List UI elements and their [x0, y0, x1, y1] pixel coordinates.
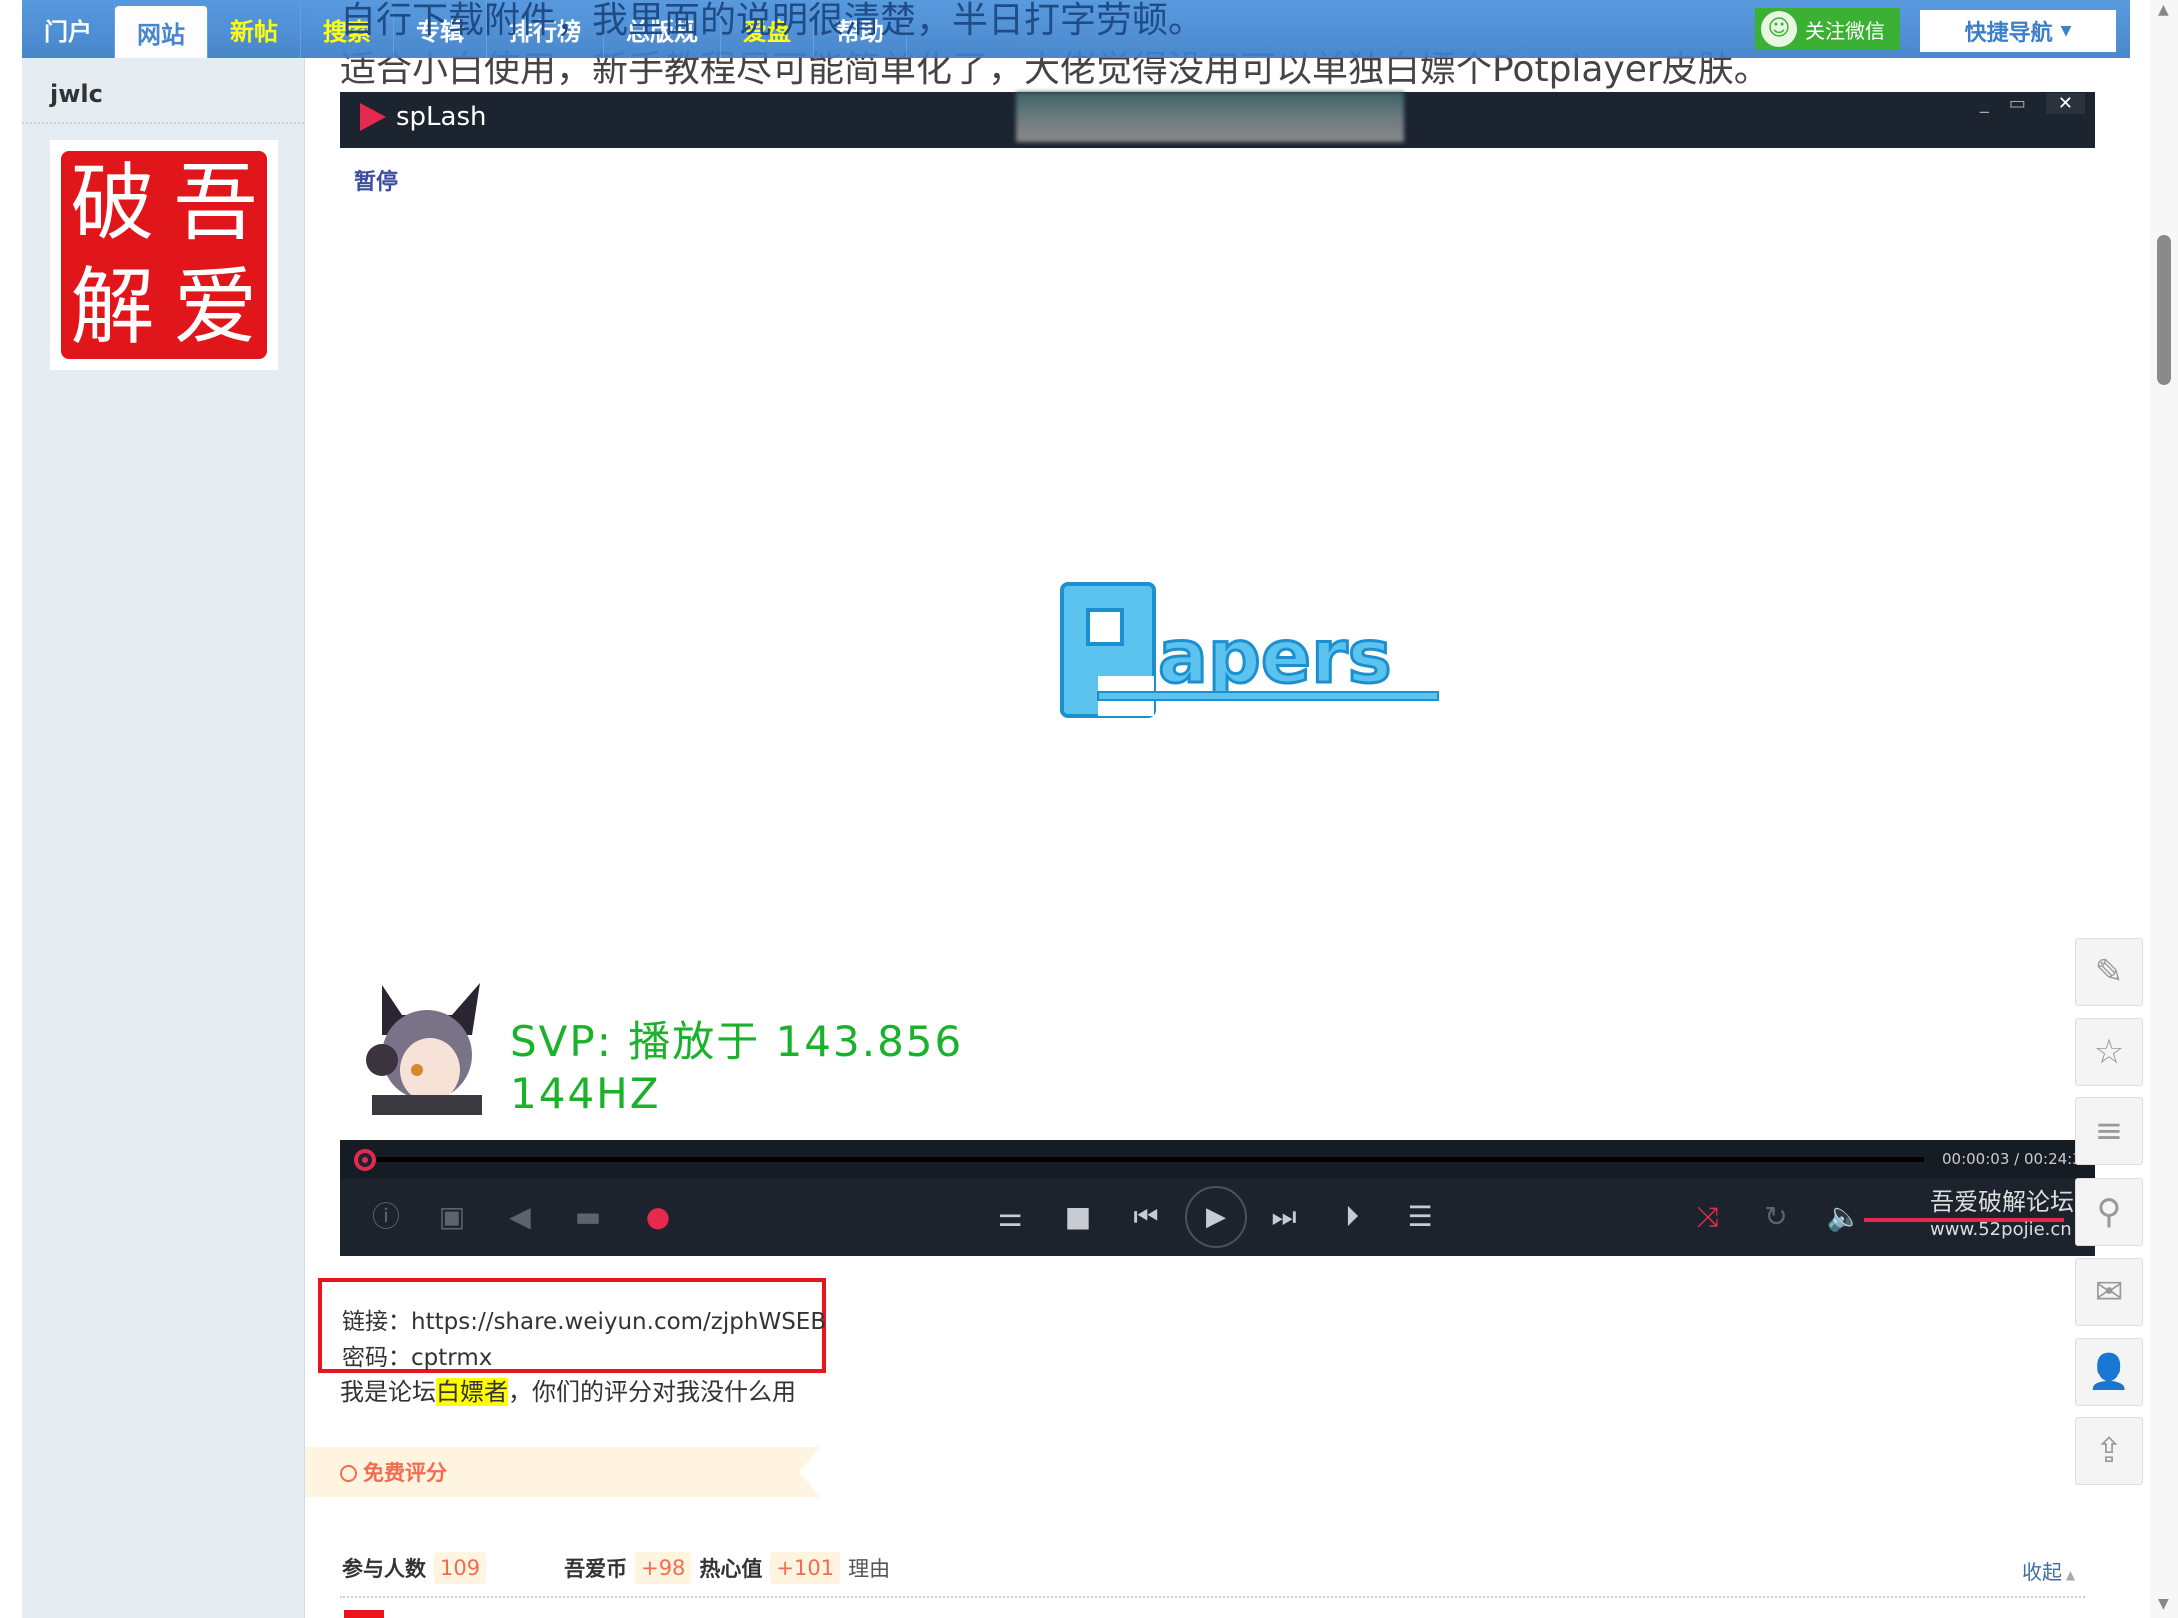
user-icon[interactable]: ●	[640, 1200, 676, 1234]
note-text: ，你们的评分对我没什么用	[508, 1378, 796, 1406]
seek-knob[interactable]	[354, 1149, 376, 1171]
collapse-label: 收起	[2022, 1560, 2062, 1584]
progress-area: 00:00:03 / 00:24:3	[340, 1140, 2095, 1178]
svp-line: 144HZ	[510, 1069, 661, 1118]
watermark-line: www.52pojie.cn	[1930, 1219, 2072, 1240]
quick-nav-label: 快捷导航	[1964, 21, 2053, 46]
nav-item-new-posts[interactable]: 新帖	[208, 0, 301, 58]
user-button[interactable]: 👤	[2075, 1338, 2143, 1406]
participants-count: 109	[434, 1552, 487, 1584]
password-label: 密码：	[342, 1345, 411, 1371]
collapse-link[interactable]: 收起 ▲	[2022, 1556, 2075, 1585]
maximize-icon: ▭	[2008, 92, 2026, 114]
shuffle-icon[interactable]: ⤨	[1690, 1200, 1726, 1234]
quick-nav-button[interactable]: 快捷导航 ▼	[1920, 10, 2116, 52]
camera-icon[interactable]: ▣	[434, 1200, 470, 1234]
scrollbar-thumb[interactable]	[2157, 235, 2171, 385]
volume-icon[interactable]: 🔈	[1826, 1200, 1862, 1234]
participants-label: 参与人数	[342, 1557, 426, 1581]
post-text-line: 自行下载附件，我里面的说明很清楚，半日打字劳顿。	[340, 0, 1205, 41]
link-label: 链接：	[342, 1309, 411, 1335]
seal-char: 解	[70, 258, 155, 356]
download-link-box: 链接：https://share.weiyun.com/zjphWSEB 密码：…	[318, 1278, 826, 1373]
caret-up-icon: ▲	[2062, 1568, 2076, 1582]
reason-label: 理由	[848, 1557, 891, 1581]
divider	[340, 1596, 2085, 1598]
password-line: 密码：cptrmx	[342, 1338, 492, 1372]
pause-status: 暂停	[354, 170, 399, 195]
free-rate-label: 免费评分	[363, 1461, 447, 1485]
password-value: cptrmx	[411, 1345, 493, 1371]
logo-p-hole	[1086, 608, 1124, 646]
video-player-screenshot: spLash _ ▭ ✕ 暂停 apers SVP: 播放于 143.856 144H…	[340, 92, 2095, 1256]
coin-label: 吾爱币	[564, 1557, 628, 1581]
favorite-button[interactable]: ☆	[2075, 1018, 2143, 1086]
info-icon[interactable]: ⓘ	[368, 1200, 404, 1234]
link-line: 链接：https://share.weiyun.com/zjphWSEB	[342, 1302, 826, 1336]
papers-logo: apers	[1060, 582, 1439, 718]
player-logo: spLash	[360, 102, 487, 132]
minimize-icon: _	[1979, 92, 1989, 114]
sidebar: jwlc 破 吾 解 爱	[22, 0, 305, 1618]
scroll-down-icon[interactable]: ▼	[2158, 1596, 2169, 1612]
scrollbar[interactable]: ▲ ▼	[2150, 0, 2178, 1618]
svp-line: SVP: 播放于 143.856	[510, 1017, 964, 1066]
repeat-icon[interactable]: ↻	[1758, 1200, 1794, 1234]
window-controls: _ ▭ ✕	[1980, 92, 2085, 114]
player-titlebar: spLash _ ▭ ✕	[340, 92, 2095, 148]
audio-track-icon[interactable]: ◀	[502, 1200, 538, 1234]
scroll-up-icon[interactable]: ▲	[2158, 2, 2169, 18]
post-note: 我是论坛白嫖者，你们的评分对我没什么用	[340, 1372, 796, 1407]
divider	[22, 122, 304, 124]
previous-icon[interactable]: ⏮	[1128, 1200, 1164, 1234]
back-to-top-button[interactable]: ⇪	[2075, 1417, 2143, 1485]
wechat-share-button[interactable]: ✉	[2075, 1258, 2143, 1326]
seal-char: 吾	[173, 154, 258, 252]
time-display: 00:00:03 / 00:24:3	[1942, 1150, 2082, 1168]
wechat-icon: ☺	[1761, 11, 1797, 47]
seek-bar[interactable]	[368, 1157, 1924, 1162]
highlighted-text: 白嫖者	[436, 1378, 508, 1406]
equalizer-icon[interactable]: ⚌	[992, 1200, 1028, 1234]
menu-button[interactable]: ≡	[2075, 1097, 2143, 1165]
note-text: 我是论坛	[340, 1378, 436, 1406]
stop-icon[interactable]: ■	[1060, 1200, 1096, 1234]
forum-watermark: 吾爱破解论坛 www.52pojie.cn	[1930, 1188, 2074, 1244]
download-link[interactable]: https://share.weiyun.com/zjphWSEB	[411, 1309, 826, 1335]
follow-wechat-button[interactable]: ☺ 关注微信	[1755, 8, 1900, 50]
heat-value: +101	[770, 1552, 841, 1584]
caret-down-icon: ▼	[2060, 23, 2072, 39]
rater-tag	[344, 1610, 384, 1618]
username[interactable]: jwlc	[50, 80, 103, 108]
close-icon: ✕	[2045, 92, 2085, 114]
avatar[interactable]: 破 吾 解 爱	[50, 140, 278, 370]
circle-icon	[340, 1465, 357, 1482]
seal-logo: 破 吾 解 爱	[61, 151, 267, 359]
logo-underline	[1097, 691, 1439, 701]
anime-girl-image	[366, 983, 482, 1115]
next-icon[interactable]: ⏭	[1266, 1200, 1302, 1234]
svp-overlay-text: SVP: 播放于 143.856 144HZ	[510, 1016, 963, 1120]
heat-label: 热心值	[699, 1557, 763, 1581]
nav-item-site[interactable]: 网站	[115, 6, 208, 58]
blurred-thumbnail	[1016, 92, 1404, 142]
free-rate-button[interactable]: 免费评分	[305, 1447, 820, 1497]
playlist-icon[interactable]: ☰	[1402, 1200, 1438, 1234]
rating-stats: 参与人数 109 吾爱币 +98 热心值 +101 理由	[342, 1552, 890, 1584]
player-brand: spLash	[396, 102, 487, 132]
nav-item-portal[interactable]: 门户	[22, 0, 115, 58]
wechat-label: 关注微信	[1805, 18, 1885, 43]
play-button[interactable]: ▶	[1185, 1186, 1247, 1248]
subtitle-icon[interactable]: ▬	[570, 1200, 606, 1234]
control-bar: ⓘ ▣ ◀ ▬ ● ⚌ ■ ⏮ ▶ ⏭ ⏵ ☰ ⤨ ↻ 🔈 吾爱破解论坛 www.…	[340, 1178, 2095, 1256]
play-logo-icon	[360, 103, 386, 131]
edit-button[interactable]: ✎	[2075, 938, 2143, 1006]
frame-step-icon[interactable]: ⏵	[1334, 1200, 1370, 1234]
search-button[interactable]: ⚲	[2075, 1178, 2143, 1246]
coin-value: +98	[635, 1552, 692, 1584]
seal-char: 爱	[173, 258, 258, 356]
logo-text: apers	[1158, 614, 1392, 700]
seal-char: 破	[70, 154, 155, 252]
watermark-line: 吾爱破解论坛	[1930, 1188, 2074, 1216]
